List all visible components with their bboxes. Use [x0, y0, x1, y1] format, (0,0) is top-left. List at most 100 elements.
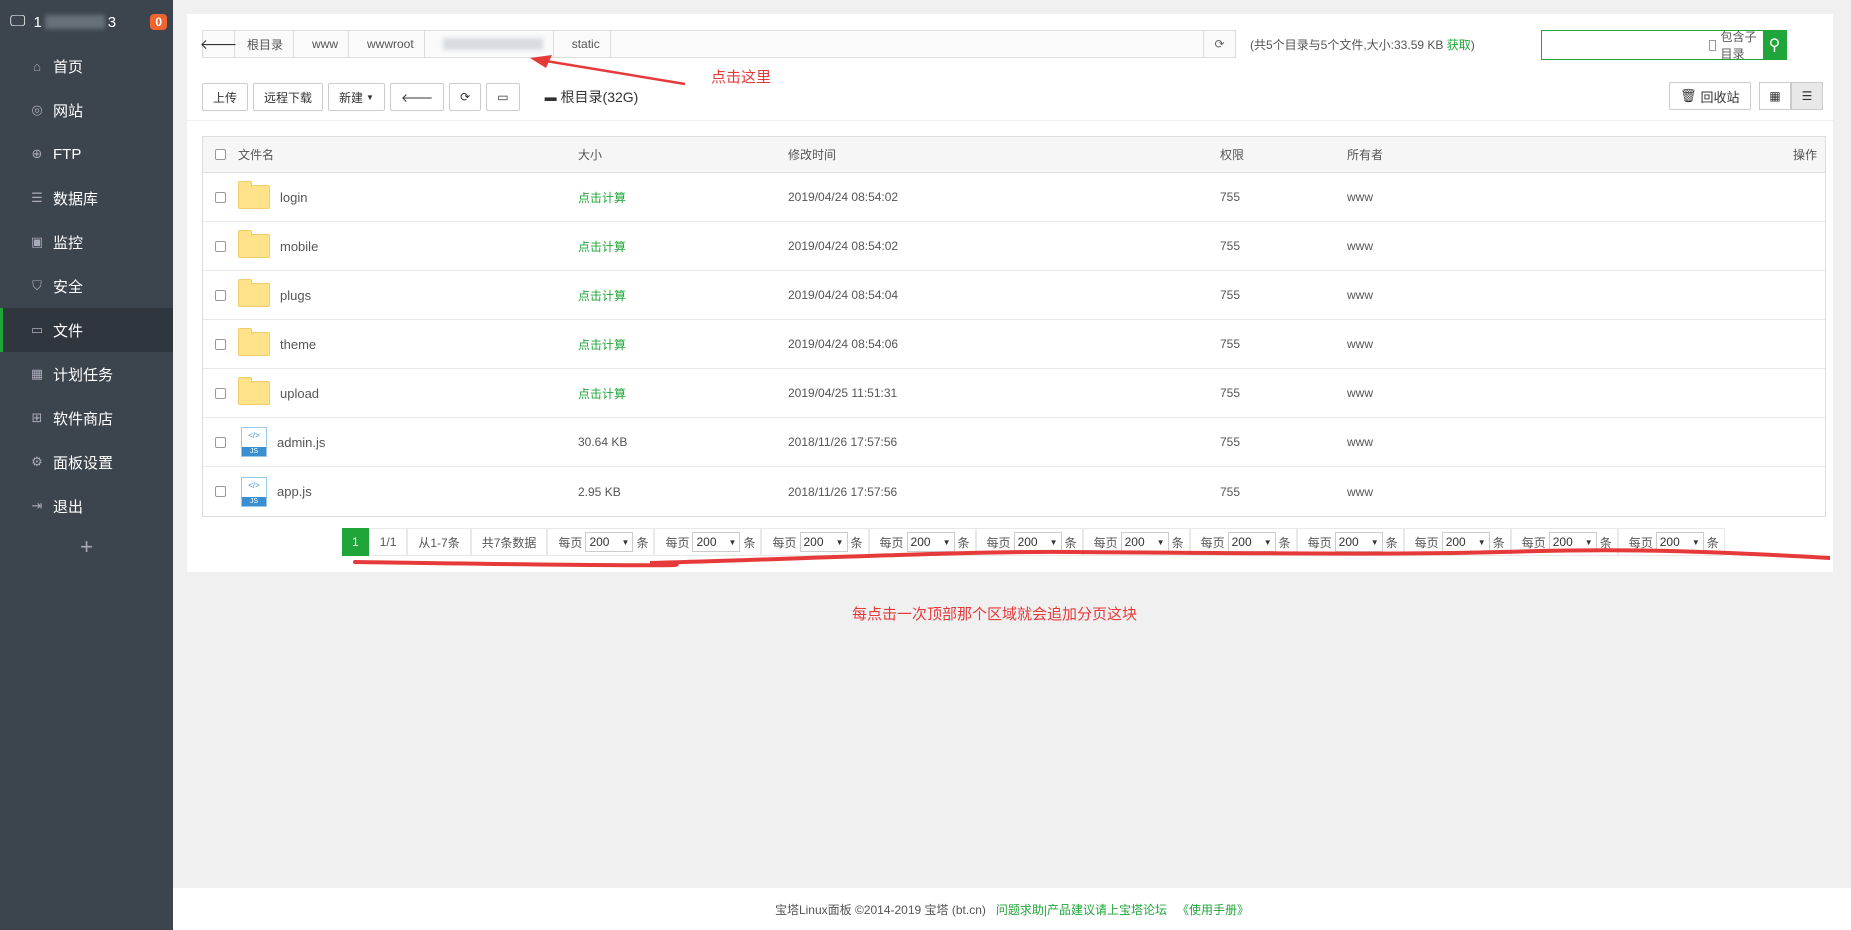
file-size[interactable]: 点击计算 [578, 189, 788, 206]
host-prefix: 1 [33, 13, 42, 31]
database-icon: ☰ [31, 190, 43, 205]
checkbox-icon[interactable] [1709, 39, 1717, 51]
file-name[interactable]: mobile [280, 239, 318, 254]
file-time: 2018/11/26 17:57:56 [788, 484, 898, 499]
subdir-checkbox[interactable]: 包含子目录 [1709, 30, 1763, 61]
new-dropdown-button[interactable]: 新建 ▼ [328, 83, 385, 111]
sidebar-item-7[interactable]: ▦ 计划任务 [0, 352, 173, 396]
file-name[interactable]: upload [280, 386, 319, 401]
crumb-www[interactable]: www [300, 31, 350, 57]
file-size: 2.95 KB [578, 484, 621, 499]
js-file-icon: </> JS [241, 427, 267, 457]
file-owner[interactable]: www [1347, 386, 1747, 400]
sidebar-item-10[interactable]: ⇥ 退出 [0, 484, 173, 528]
file-name[interactable]: admin.js [277, 435, 325, 450]
select-all-checkbox[interactable] [215, 149, 226, 160]
grid-view-icon[interactable]: ▦ [1759, 82, 1791, 110]
table-row[interactable]: </> JS admin.js 30.64 KB 2018/11/26 17:57:56… [203, 418, 1825, 467]
crumb-wwwroot[interactable]: wwwroot [355, 31, 425, 57]
file-owner[interactable]: www [1347, 435, 1747, 449]
file-name[interactable]: plugs [280, 288, 311, 303]
file-size: 30.64 KB [578, 435, 628, 449]
path-bar[interactable]: 🡐 根目录 www wwwroot static ⟳ [200, 30, 1236, 58]
file-name[interactable]: app.js [277, 484, 312, 499]
manual-link[interactable]: 《使用手册》 [1177, 901, 1249, 918]
crumb-root[interactable]: 根目录 [235, 31, 295, 57]
file-size[interactable]: 点击计算 [578, 238, 788, 255]
file-perm[interactable]: 755 [1220, 239, 1347, 253]
row-checkbox[interactable] [215, 289, 226, 301]
row-checkbox[interactable] [215, 486, 226, 497]
add-menu-button[interactable]: + [0, 534, 173, 560]
file-size[interactable]: 点击计算 [578, 287, 788, 304]
file-perm[interactable]: 755 [1220, 337, 1347, 351]
annotation-arrow [530, 55, 686, 86]
file-owner[interactable]: www [1347, 288, 1747, 302]
folder-icon [238, 279, 270, 307]
table-row[interactable]: plugs 点击计算 2019/04/24 08:54:04 755 www [203, 271, 1825, 320]
header-size[interactable]: 大小 [578, 146, 788, 163]
sidebar-item-8[interactable]: ⊞ 软件商店 [0, 396, 173, 440]
new-label: 新建 [339, 90, 364, 105]
back-arrow-icon[interactable]: 🡐 [200, 31, 237, 57]
row-checkbox[interactable] [215, 240, 226, 252]
file-owner[interactable]: www [1347, 337, 1747, 351]
sidebar-item-2[interactable]: ⊕ FTP [0, 132, 173, 176]
file-perm[interactable]: 755 [1220, 190, 1347, 204]
file-name[interactable]: login [280, 190, 307, 205]
file-owner[interactable]: www [1347, 190, 1747, 204]
file-perm[interactable]: 755 [1220, 435, 1347, 449]
refresh-button[interactable]: ⟳ [449, 83, 482, 111]
get-size-link[interactable]: 获取 [1447, 38, 1471, 52]
file-perm[interactable]: 755 [1220, 485, 1347, 499]
folder-icon: ▭ [30, 322, 44, 337]
sidebar-item-1[interactable]: ◎ 网站 [0, 88, 173, 132]
table-row[interactable]: login 点击计算 2019/04/24 08:54:02 755 www [203, 173, 1825, 222]
row-checkbox[interactable] [215, 191, 226, 203]
upload-button[interactable]: 上传 [202, 83, 249, 111]
file-size[interactable]: 点击计算 [578, 336, 788, 353]
header-name[interactable]: 文件名 [238, 146, 578, 163]
sidebar-item-9[interactable]: ⚙ 面板设置 [0, 440, 173, 484]
caret-down-icon: ▼ [366, 92, 374, 102]
file-owner[interactable]: www [1347, 239, 1747, 253]
search-button[interactable]: ⚲ [1762, 31, 1786, 59]
file-name[interactable]: theme [280, 337, 316, 352]
table-row[interactable]: mobile 点击计算 2019/04/24 08:54:02 755 www [203, 222, 1825, 271]
sidebar-item-6[interactable]: ▭ 文件 [0, 308, 173, 352]
table-row[interactable]: upload 点击计算 2019/04/25 11:51:31 755 www [203, 369, 1825, 418]
disk-icon: ▬ [544, 90, 557, 104]
file-owner[interactable]: www [1347, 485, 1747, 499]
sidebar-item-5[interactable]: ⛉ 安全 [0, 264, 173, 308]
logout-icon: ⇥ [31, 498, 43, 513]
file-perm[interactable]: 755 [1220, 288, 1347, 302]
help-link[interactable]: 问题求助|产品建议请上宝塔论坛 [996, 901, 1167, 918]
host-redacted [44, 15, 105, 29]
globe-icon: ◎ [31, 102, 43, 117]
header-time[interactable]: 修改时间 [788, 146, 1220, 163]
copyright-text: 宝塔Linux面板 ©2014-2019 宝塔 (bt.cn) [774, 902, 986, 917]
file-size[interactable]: 点击计算 [578, 385, 788, 402]
sidebar-item-0[interactable]: ⌂ 首页 [0, 44, 173, 88]
table-row[interactable]: </> JS app.js 2.95 KB 2018/11/26 17:57:56 755… [203, 467, 1825, 516]
footer: 宝塔Linux面板 ©2014-2019 宝塔 (bt.cn) 问题求助|产品建… [173, 888, 1851, 930]
sidebar-item-4[interactable]: ▣ 监控 [0, 220, 173, 264]
list-view-icon[interactable]: ☰ [1791, 82, 1823, 110]
dir-info-close: ) [1470, 38, 1475, 52]
sidebar-item-3[interactable]: ☰ 数据库 [0, 176, 173, 220]
sidebar-item-label: 面板设置 [53, 454, 114, 472]
table-row[interactable]: theme 点击计算 2019/04/24 08:54:06 755 www [203, 320, 1825, 369]
row-checkbox[interactable] [215, 436, 226, 448]
back-button[interactable]: 🡐 [389, 83, 445, 111]
recycle-bin-button[interactable]: 🗑 回收站 [1669, 82, 1751, 110]
row-checkbox[interactable] [215, 387, 226, 399]
folder-icon [238, 230, 270, 258]
terminal-button[interactable]: ▭ [486, 83, 520, 111]
search-input[interactable] [1542, 31, 1709, 59]
notification-badge[interactable]: 0 [150, 14, 167, 30]
refresh-icon[interactable]: ⟳ [1203, 31, 1235, 57]
row-checkbox[interactable] [215, 338, 226, 350]
file-perm[interactable]: 755 [1220, 386, 1347, 400]
sidebar-item-label: 网站 [53, 102, 84, 120]
remote-download-button[interactable]: 远程下载 [253, 83, 324, 111]
